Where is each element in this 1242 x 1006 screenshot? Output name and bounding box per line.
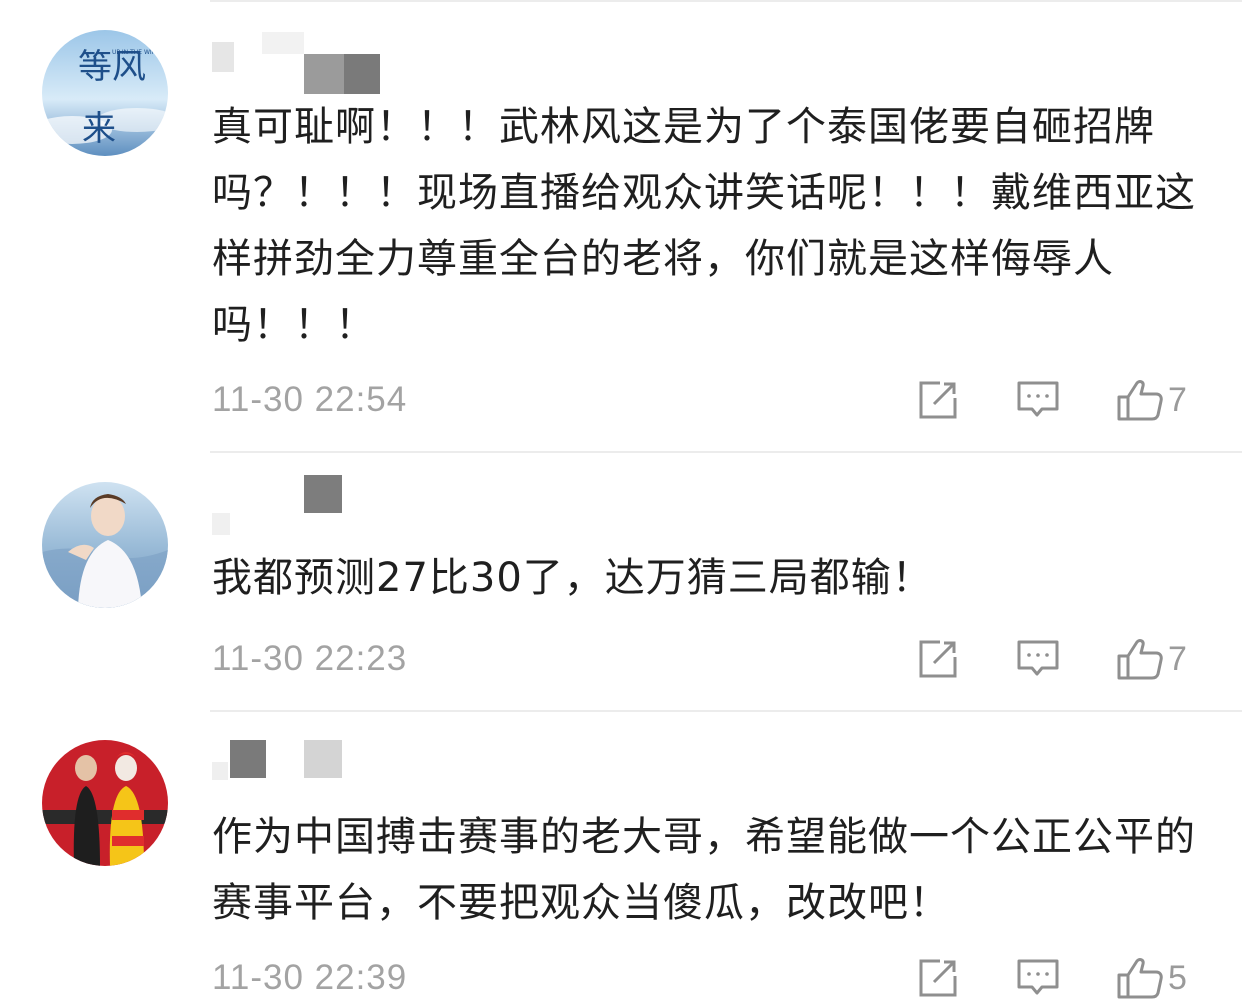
- comment-icon: [1017, 640, 1059, 676]
- like-button[interactable]: 7: [1116, 378, 1206, 422]
- thumbs-up-icon: [1117, 958, 1163, 999]
- avatar[interactable]: [42, 740, 168, 866]
- comment-time: 11-30 22:23: [212, 639, 408, 678]
- comment-meta: 11-30 22:39 5: [212, 956, 1212, 1000]
- mask-block: [344, 54, 380, 94]
- mask-block: [212, 762, 228, 780]
- svg-text:来: 来: [82, 109, 116, 149]
- comment-text: 我都预测27比30了，达万猜三局都输！: [212, 555, 933, 601]
- like-count: 7: [1168, 381, 1187, 419]
- like-count: 5: [1168, 959, 1187, 997]
- mask-block: [212, 513, 230, 535]
- like-button[interactable]: 7: [1116, 637, 1206, 681]
- comment-item: 我都预测27比30了，达万猜三局都输！ 11-30 22:23 7: [0, 451, 1242, 710]
- share-button[interactable]: [916, 378, 960, 422]
- share-button[interactable]: [916, 956, 960, 1000]
- comment-item: 等风 来 UP IN THE WIND 真可耻啊！！！武林风这是为了个泰国佬要自…: [0, 0, 1242, 450]
- mask-block: [304, 54, 344, 94]
- avatar-image: 等风 来 UP IN THE WIND: [42, 30, 168, 156]
- thumbs-up-icon: [1117, 639, 1163, 680]
- avatar[interactable]: 等风 来 UP IN THE WIND: [42, 30, 168, 156]
- comment-text: 真可耻啊！！！武林风这是为了个泰国佬要自砸招牌吗？！！！现场直播给观众讲笑话呢！…: [212, 104, 1196, 348]
- like-button[interactable]: 5: [1116, 956, 1206, 1000]
- share-icon: [919, 959, 957, 997]
- comment-text: 作为中国搏击赛事的老大哥，希望能做一个公正公平的赛事平台，不要把观众当傻瓜，改改…: [212, 814, 1196, 926]
- avatar-image: [42, 482, 168, 608]
- comment-icon: [1017, 381, 1059, 417]
- comment-meta: 11-30 22:54 7: [212, 378, 1212, 422]
- username-masked[interactable]: [212, 32, 412, 94]
- reply-button[interactable]: [1016, 956, 1060, 1000]
- avatar-image: [42, 740, 168, 866]
- like-count: 7: [1168, 640, 1187, 678]
- reply-button[interactable]: [1016, 637, 1060, 681]
- username-masked[interactable]: [212, 475, 412, 535]
- thumbs-up-icon: [1117, 380, 1163, 421]
- avatar[interactable]: [42, 482, 168, 608]
- mask-block: [230, 740, 266, 778]
- share-button[interactable]: [916, 637, 960, 681]
- comment-item: 作为中国搏击赛事的老大哥，希望能做一个公正公平的赛事平台，不要把观众当傻瓜，改改…: [0, 710, 1242, 1006]
- comment-icon: [1017, 959, 1059, 995]
- share-icon: [919, 381, 957, 419]
- mask-block: [304, 740, 342, 778]
- reply-button[interactable]: [1016, 378, 1060, 422]
- mask-block: [212, 42, 234, 72]
- comment-time: 11-30 22:54: [212, 380, 408, 419]
- mask-block: [304, 475, 342, 513]
- username-masked[interactable]: [212, 740, 412, 780]
- svg-text:UP IN THE WIND: UP IN THE WIND: [112, 49, 161, 56]
- comment-meta: 11-30 22:23 7: [212, 637, 1212, 681]
- share-icon: [919, 640, 957, 678]
- comment-time: 11-30 22:39: [212, 958, 408, 997]
- mask-block: [262, 32, 304, 54]
